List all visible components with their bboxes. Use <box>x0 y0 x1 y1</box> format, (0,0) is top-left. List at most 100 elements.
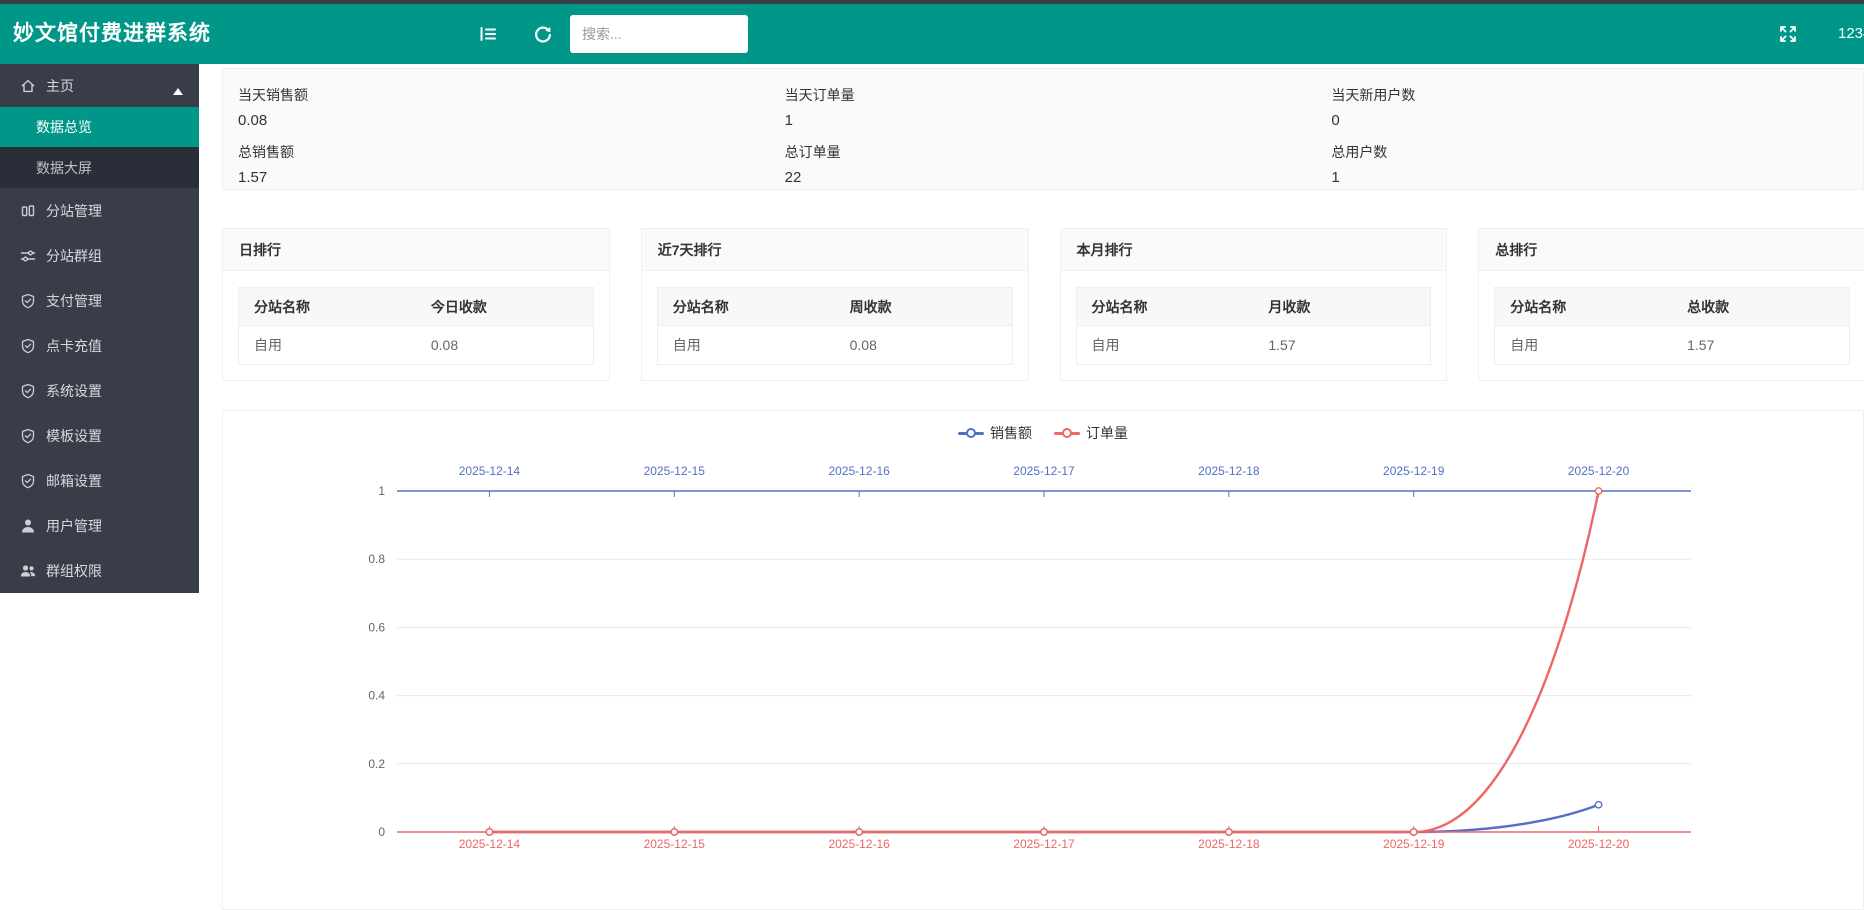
sidebar-item-system-settings[interactable]: 系统设置 <box>0 368 199 413</box>
home-icon <box>20 78 36 94</box>
ranking-table: 分站名称 月收款 自用 1.57 <box>1076 287 1432 365</box>
svg-text:0.6: 0.6 <box>368 620 385 634</box>
ranking-card-title: 日排行 <box>223 229 609 271</box>
sidebar-item-group-permissions[interactable]: 群组权限 <box>0 548 199 593</box>
site-name-cell: 自用 <box>1495 326 1672 365</box>
table-row: 自用 0.08 <box>657 326 1012 365</box>
legend-line-marker-icon <box>958 428 984 438</box>
refresh-icon[interactable] <box>533 25 551 43</box>
svg-text:2025-12-17: 2025-12-17 <box>1013 464 1075 478</box>
app-header: 妙文馆付费进群系统 12345 <box>0 4 1864 64</box>
line-chart-plot[interactable]: 00.20.40.60.812025-12-142025-12-152025-1… <box>223 411 1863 909</box>
users-icon <box>20 563 36 579</box>
ranking-cards-row: 日排行 分站名称 今日收款 自用 0.08 近7天排行 <box>222 228 1864 381</box>
ranking-card-total: 总排行 分站名称 总收款 自用 1.57 <box>1478 228 1864 381</box>
stat-label: 总销售额 <box>238 142 770 162</box>
ranking-col-header: 分站名称 <box>657 288 834 326</box>
sidebar-item-label: 支付管理 <box>46 291 102 311</box>
stat-value: 0.08 <box>238 112 770 129</box>
svg-text:1: 1 <box>378 484 385 498</box>
stat-column-sales: 当天销售额 0.08 总销售额 1.57 <box>223 69 770 189</box>
amount-cell: 0.08 <box>835 326 1012 365</box>
ranking-col-header: 分站名称 <box>1495 288 1672 326</box>
svg-text:2025-12-15: 2025-12-15 <box>644 464 706 478</box>
sidebar-item-payment-manage[interactable]: 支付管理 <box>0 278 199 323</box>
svg-text:0.4: 0.4 <box>368 689 385 703</box>
stat-column-orders: 当天订单量 1 总订单量 22 <box>770 69 1317 189</box>
shield-check-icon <box>20 473 36 489</box>
ranking-table: 分站名称 今日收款 自用 0.08 <box>238 287 594 365</box>
sidebar-subitem-label: 数据总览 <box>36 117 92 137</box>
sidebar-item-template-settings[interactable]: 模板设置 <box>0 413 199 458</box>
legend-line-marker-icon <box>1054 428 1080 438</box>
stat-label: 当天销售额 <box>238 85 770 105</box>
chart-legend: 销售额 订单量 <box>223 423 1863 443</box>
ranking-col-header: 总收款 <box>1672 288 1849 326</box>
window-top-strip <box>0 0 1864 4</box>
amount-cell: 1.57 <box>1672 326 1849 365</box>
stat-label: 总订单量 <box>785 142 1317 162</box>
site-name-cell: 自用 <box>657 326 834 365</box>
sidebar-item-home[interactable]: 主页 <box>0 64 199 107</box>
ranking-table: 分站名称 周收款 自用 0.08 <box>657 287 1013 365</box>
sidebar-item-substation-manage[interactable]: 分站管理 <box>0 188 199 233</box>
stat-label: 当天订单量 <box>785 85 1317 105</box>
legend-label: 订单量 <box>1086 423 1128 443</box>
sidebar-item-user-manage[interactable]: 用户管理 <box>0 503 199 548</box>
fullscreen-icon[interactable] <box>1778 24 1798 44</box>
stat-value: 1.57 <box>238 169 770 186</box>
sidebar-item-label: 模板设置 <box>46 426 102 446</box>
svg-text:2025-12-20: 2025-12-20 <box>1568 837 1630 851</box>
svg-text:2025-12-18: 2025-12-18 <box>1198 837 1260 851</box>
sidebar-item-mailbox-settings[interactable]: 邮箱设置 <box>0 458 199 503</box>
ranking-card-title: 近7天排行 <box>642 229 1028 271</box>
sidebar-item-data-overview[interactable]: 数据总览 <box>0 107 199 147</box>
stat-column-users: 当天新用户数 0 总用户数 1 <box>1316 69 1863 189</box>
svg-text:2025-12-20: 2025-12-20 <box>1568 464 1630 478</box>
sidebar-subitem-label: 数据大屏 <box>36 158 92 178</box>
sidebar-item-label: 主页 <box>46 76 74 96</box>
ranking-card-daily: 日排行 分站名称 今日收款 自用 0.08 <box>222 228 610 381</box>
sidebar-item-label: 用户管理 <box>46 516 102 536</box>
shield-check-icon <box>20 428 36 444</box>
svg-text:2025-12-19: 2025-12-19 <box>1383 837 1445 851</box>
table-row: 自用 0.08 <box>239 326 594 365</box>
svg-text:0.8: 0.8 <box>368 552 385 566</box>
svg-text:2025-12-16: 2025-12-16 <box>828 837 890 851</box>
stat-value: 0 <box>1331 112 1863 129</box>
ranking-col-header: 月收款 <box>1253 288 1430 326</box>
stat-value: 1 <box>785 112 1317 129</box>
table-row: 自用 1.57 <box>1495 326 1850 365</box>
sidebar-item-label: 邮箱设置 <box>46 471 102 491</box>
legend-label: 销售额 <box>990 423 1032 443</box>
stat-value: 22 <box>785 169 1317 186</box>
username-dropdown[interactable]: 12345 <box>1838 4 1864 64</box>
search-input[interactable] <box>570 15 748 53</box>
sidebar-item-label: 群组权限 <box>46 561 102 581</box>
sidebar-item-card-recharge[interactable]: 点卡充值 <box>0 323 199 368</box>
shield-check-icon <box>20 293 36 309</box>
stat-value: 1 <box>1331 169 1863 186</box>
ranking-col-header: 今日收款 <box>416 288 593 326</box>
table-row: 自用 1.57 <box>1076 326 1431 365</box>
columns-icon <box>20 203 36 219</box>
sidebar: 主页 数据总览 数据大屏 分站管理 分站群组 <box>0 64 199 593</box>
svg-text:2025-12-19: 2025-12-19 <box>1383 464 1445 478</box>
legend-item-orders[interactable]: 订单量 <box>1054 423 1128 443</box>
svg-text:2025-12-14: 2025-12-14 <box>459 837 521 851</box>
site-name-cell: 自用 <box>1076 326 1253 365</box>
stat-label: 当天新用户数 <box>1331 85 1863 105</box>
ranking-card-7days: 近7天排行 分站名称 周收款 自用 0.08 <box>641 228 1029 381</box>
amount-cell: 1.57 <box>1253 326 1430 365</box>
svg-text:2025-12-16: 2025-12-16 <box>828 464 890 478</box>
sidebar-item-label: 点卡充值 <box>46 336 102 356</box>
sidebar-item-label: 分站管理 <box>46 201 102 221</box>
sliders-icon <box>20 248 36 264</box>
menu-fold-icon[interactable] <box>478 24 498 44</box>
ranking-col-header: 分站名称 <box>239 288 416 326</box>
shield-check-icon <box>20 383 36 399</box>
ranking-col-header: 分站名称 <box>1076 288 1253 326</box>
legend-item-sales[interactable]: 销售额 <box>958 423 1032 443</box>
sidebar-item-data-screen[interactable]: 数据大屏 <box>0 147 199 188</box>
sidebar-item-substation-groups[interactable]: 分站群组 <box>0 233 199 278</box>
